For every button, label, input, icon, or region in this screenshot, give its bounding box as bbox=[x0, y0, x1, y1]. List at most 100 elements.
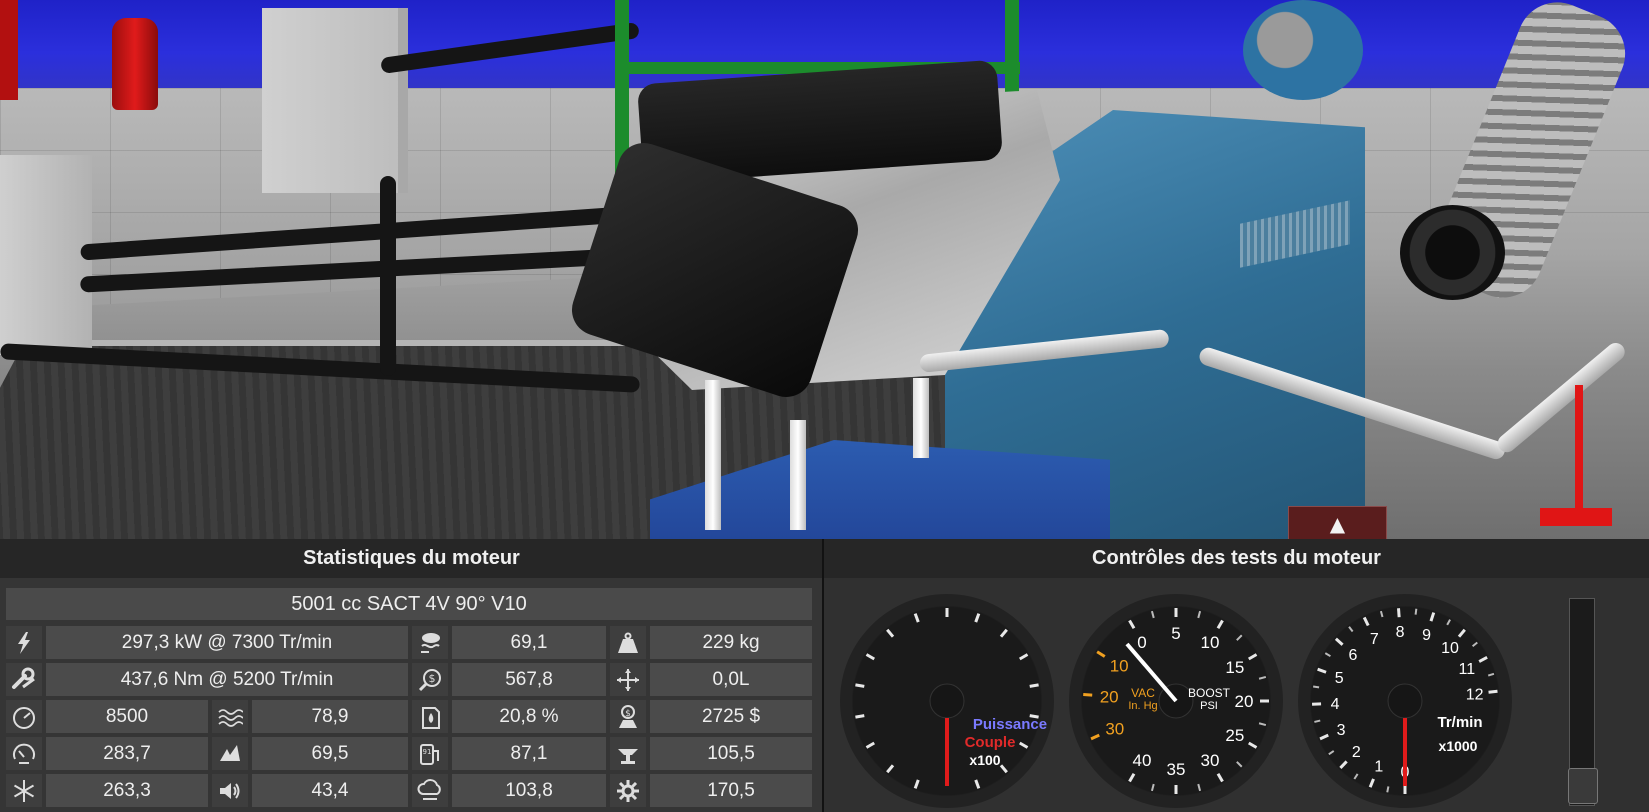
gauge-tick bbox=[855, 714, 865, 719]
boost-tick-label: 25 bbox=[1225, 726, 1244, 745]
stand-leg bbox=[913, 378, 929, 458]
boost-tick-label: 10 bbox=[1201, 633, 1220, 652]
torque-wrench-icon bbox=[6, 663, 42, 696]
cost-value: 2725 $ bbox=[650, 700, 812, 733]
production-units-icon bbox=[610, 737, 646, 770]
gauge-tick bbox=[1317, 667, 1327, 674]
speaker-icon bbox=[212, 774, 248, 807]
responsiveness-icon bbox=[212, 737, 248, 770]
engine-stats-panel: 5001 cc SACT 4V 90° V10 297,3 kW @ 7300 … bbox=[0, 578, 822, 812]
cooling-value: 263,3 bbox=[46, 774, 208, 807]
loudness-value: 43,4 bbox=[252, 774, 408, 807]
vac-tick-label: 20 bbox=[1100, 687, 1119, 706]
gauge-tick bbox=[1488, 689, 1498, 694]
rpm-tick-label: 7 bbox=[1370, 631, 1379, 648]
redline-gauge-icon bbox=[6, 700, 42, 733]
boost-tick-label: 5 bbox=[1171, 624, 1180, 643]
boost-tick-label: 30 bbox=[1201, 751, 1220, 770]
speedometer-icon bbox=[6, 737, 42, 770]
gauge-tick bbox=[913, 613, 920, 623]
emissions-icon bbox=[412, 626, 448, 659]
gauge-tick bbox=[999, 764, 1008, 774]
gauge-tick bbox=[1128, 772, 1136, 783]
gauge-tick bbox=[1090, 733, 1100, 741]
gauge-tick bbox=[1334, 637, 1344, 646]
rpm-tick-label: 12 bbox=[1466, 686, 1484, 703]
gauge-tick bbox=[865, 653, 876, 661]
gauge-tick bbox=[1328, 750, 1335, 756]
rpm-tick-label: 3 bbox=[1337, 722, 1346, 739]
gauge-tick bbox=[1083, 693, 1093, 697]
gauge-tick bbox=[1348, 626, 1354, 633]
power-torque-gauge: Puissance Couple x100 bbox=[840, 594, 1054, 808]
stand-leg bbox=[705, 380, 721, 530]
boost-tick-label: 35 bbox=[1167, 760, 1186, 779]
red-stand-base bbox=[1540, 508, 1612, 526]
gauge-tick bbox=[865, 741, 876, 749]
exhaust-hose bbox=[1400, 205, 1505, 300]
weight-value: 229 kg bbox=[650, 626, 812, 659]
gauge-tick bbox=[1247, 741, 1258, 749]
collapse-panel-button[interactable]: ▲ bbox=[1288, 506, 1387, 539]
frame-post bbox=[1005, 0, 1019, 100]
gauge-tick bbox=[1150, 610, 1155, 619]
smoothness-value: 78,9 bbox=[252, 700, 408, 733]
redline-value: 8500 bbox=[46, 700, 208, 733]
gauge-tick bbox=[1096, 650, 1106, 658]
boost-label: BOOST bbox=[1188, 686, 1231, 700]
red-stand bbox=[1575, 385, 1583, 515]
emissions-value: 69,1 bbox=[452, 626, 606, 659]
gauge-tick bbox=[1379, 610, 1384, 618]
gauge-tick bbox=[1247, 653, 1258, 661]
fuel-pump-icon: 91 bbox=[412, 737, 448, 770]
rpm-tick-label: 4 bbox=[1331, 696, 1340, 713]
torque-value: 437,6 Nm @ 5200 Tr/min bbox=[46, 663, 408, 696]
rpm-gauge: 0123456789101112 Tr/min x1000 bbox=[1298, 594, 1512, 808]
gauge-tick bbox=[886, 764, 895, 774]
service-cost-icon: $ bbox=[412, 663, 448, 696]
gauge-tick bbox=[1314, 719, 1321, 723]
fuel-economy-value: 20,8 % bbox=[452, 700, 606, 733]
power-icon bbox=[6, 626, 42, 659]
gauge-tick bbox=[1150, 783, 1155, 792]
side-unit bbox=[0, 155, 92, 355]
svg-text:$: $ bbox=[625, 709, 631, 719]
gauge-tick bbox=[855, 683, 865, 688]
gauge-tick bbox=[1258, 722, 1267, 727]
vac-tick-label: 30 bbox=[1105, 719, 1124, 738]
gauge-tick bbox=[1216, 772, 1224, 783]
cost-icon: $ bbox=[610, 700, 646, 733]
gauge-tick bbox=[1478, 656, 1488, 663]
rpm-multiplier: x1000 bbox=[1439, 738, 1478, 754]
dimensions-icon bbox=[610, 663, 646, 696]
reliability-value: 170,5 bbox=[650, 774, 812, 807]
engine-viewport[interactable]: ▲ bbox=[0, 0, 1649, 539]
fire-extinguisher bbox=[112, 18, 158, 110]
gauge-tick bbox=[1362, 616, 1370, 627]
rpm-unit: Tr/min bbox=[1437, 714, 1482, 731]
gauge-tick bbox=[1386, 786, 1390, 793]
rpm-tick-label: 2 bbox=[1352, 744, 1361, 761]
gauge-tick bbox=[1018, 653, 1029, 661]
gauge-tick bbox=[1128, 619, 1136, 630]
throttle-slider-handle[interactable] bbox=[1568, 768, 1598, 804]
gauge-tick bbox=[1216, 619, 1224, 630]
gauge-tick bbox=[1471, 641, 1478, 648]
stats-panel-title: Statistiques du moteur bbox=[0, 539, 823, 578]
gear-icon bbox=[610, 774, 646, 807]
gauge-tick bbox=[1029, 683, 1039, 688]
gauge-tick bbox=[1236, 634, 1243, 641]
power-multiplier: x100 bbox=[969, 752, 1000, 768]
gauge-tick bbox=[1197, 610, 1202, 619]
gauge-tick bbox=[1457, 628, 1466, 638]
gauge-tick bbox=[1236, 761, 1243, 768]
emissions-cloud-value: 103,8 bbox=[452, 774, 606, 807]
rpm-tick-label: 5 bbox=[1335, 670, 1344, 687]
production-units-value: 105,5 bbox=[650, 737, 812, 770]
rpm-tick-label: 11 bbox=[1459, 661, 1476, 678]
vac-label: VAC bbox=[1131, 686, 1155, 700]
tests-panel-title: Contrôles des tests du moteur bbox=[824, 539, 1649, 578]
gauge-tick bbox=[1197, 783, 1202, 792]
boost-tick-label: 20 bbox=[1235, 692, 1254, 711]
octane-value: 87,1 bbox=[452, 737, 606, 770]
